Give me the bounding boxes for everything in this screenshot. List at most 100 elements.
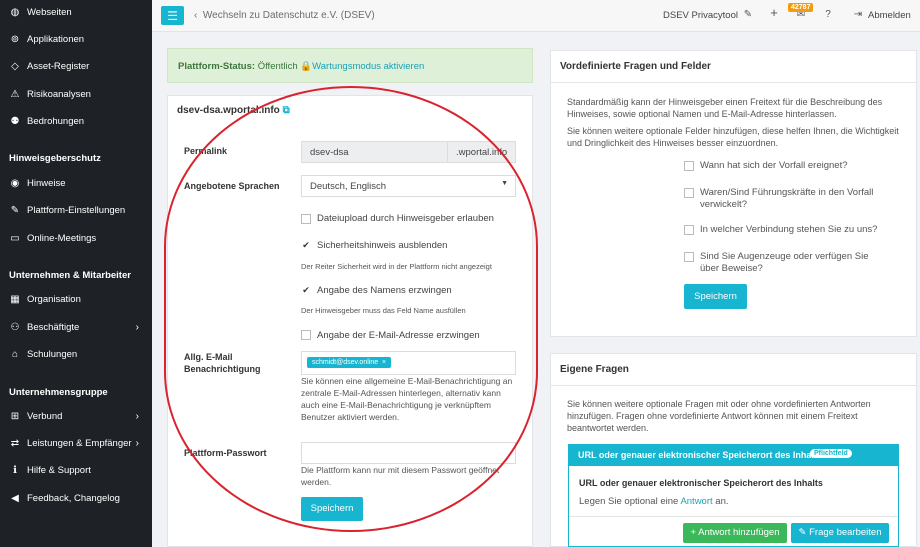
sidebar-item-label: Verbund [27,410,63,422]
sidebar-item-online-meetings[interactable]: ▭ Online-Meetings [9,230,145,246]
add-answer-button[interactable]: + Antwort hinzufügen [683,523,787,543]
sidebar-item-beschaeftigte[interactable]: ⚇ Beschäftigte › [9,319,145,335]
email-checkbox[interactable] [301,330,311,340]
video-icon: ▭ [10,232,20,244]
menu-toggle-button[interactable]: ☰ [161,6,184,25]
divider [569,516,898,517]
sidebar-item-applikationen[interactable]: ⊚ Applikationen [9,31,145,47]
security-checkbox-label: Sicherheitshinweis ausblenden [317,240,448,251]
lock-icon: 🔒 [300,61,313,72]
languages-select-value: Deutsch, Englisch [310,181,387,192]
platform-status-alert: Plattform-Status: Öffentlich 🔒Wartungsmo… [167,48,533,83]
platform-domain-label: dsev-dsa.wportal.info [177,105,280,116]
divider [551,385,916,386]
globe-icon: ◍ [10,6,20,18]
sidebar-item-verbund[interactable]: ⊞ Verbund › [9,408,145,424]
edit-question-button[interactable]: ✎ Frage bearbeiten [791,523,889,543]
upload-checkbox[interactable] [301,214,311,224]
name-checkbox[interactable]: ✔ [301,286,311,296]
help-icon[interactable]: ? [822,9,834,21]
diamond-icon: ◇ [11,60,19,72]
sidebar-item-bedrohungen[interactable]: ⚉ Bedrohungen [9,113,145,129]
logout-button[interactable]: Abmelden [868,10,911,21]
sidebar-item-label: Leistungen & Empfänger [27,437,132,449]
sidebar-item-label: Feedback, Changelog [27,492,120,504]
q3-checkbox[interactable] [684,225,694,235]
question-header-label: URL oder genauer elektronischer Speicher… [578,450,822,460]
q2-checkbox[interactable] [684,188,694,198]
edit-icon[interactable]: ✎ [742,9,754,21]
email-checkbox-label: Angabe der E-Mail-Adresse erzwingen [317,330,480,341]
password-input[interactable] [301,442,516,464]
sidebar-item-webseiten[interactable]: ◍ Webseiten [9,4,145,20]
email-tag-label: schmidt@dsev.online [312,359,379,366]
breadcrumb-label: Wechseln zu Datenschutz e.V. (DSEV) [202,10,375,21]
q1-checkbox[interactable] [684,161,694,171]
megaphone-icon: ◀ [11,492,19,504]
predefined-intro-2: Sie können weitere optionale Felder hinz… [567,126,899,148]
own-intro: Sie können weitere optionale Fragen mit … [567,399,871,433]
sidebar-item-hinweise[interactable]: ◉ Hinweise [9,175,145,191]
sidebar-item-hilfe[interactable]: ℹ Hilfe & Support [9,462,145,478]
email-notification-label-2: Benachrichtigung [184,364,261,374]
sidebar-item-label: Organisation [27,293,81,305]
question-hint-prefix: Legen Sie optional eine [579,496,679,507]
q4-label: Sind Sie Augenzeuge oder verfügen Sie üb… [700,251,869,274]
permalink-input[interactable]: dsev-dsa [301,141,448,163]
warning-icon: ⚠ [10,88,20,100]
email-help: Sie können eine allgemeine E-Mail-Benach… [301,376,513,422]
network-icon: ⊞ [10,410,20,422]
sidebar-item-label: Webseiten [27,6,72,18]
answer-link[interactable]: Antwort [680,496,712,507]
sidebar-item-asset-register[interactable]: ◇ Asset-Register [9,58,145,74]
platform-domain[interactable]: dsev-dsa.wportal.info ⧉ [177,105,290,116]
permalink-suffix: .wportal.info [448,141,516,163]
sidebar-item-label: Applikationen [27,33,85,45]
tool-name[interactable]: DSEV Privacytool [663,10,738,21]
languages-label: Angebotene Sprachen [184,181,280,191]
sidebar-item-risikoanalysen[interactable]: ⚠ Risikoanalysen [9,86,145,102]
notification-badge: 42787 [788,3,814,12]
question-hint-suffix: an. [715,496,729,507]
own-title: Eigene Fragen [560,364,629,375]
sidebar-item-label: Plattform-Einstellungen [27,204,126,216]
sidebar-item-schulungen[interactable]: ⌂ Schulungen [9,346,145,362]
sidebar-section-hinweis: Hinweisgeberschutz [9,153,101,164]
name-help: Der Hinweisgeber muss das Feld Name ausf… [301,306,466,315]
languages-select[interactable]: Deutsch, Englisch ▼ [301,175,516,197]
sidebar-item-organisation[interactable]: ▦ Organisation [9,291,145,307]
email-notification-label-1: Allg. E-Mail [184,352,233,362]
bug-icon: ⚉ [10,115,20,127]
predefined-title: Vordefinierte Fragen und Felder [560,61,711,72]
sidebar-item-label: Hinweise [27,177,66,189]
breadcrumb[interactable]: ‹ Wechseln zu Datenschutz e.V. (DSEV) [194,10,375,21]
building-icon: ▦ [10,293,20,305]
password-label: Plattform-Passwort [184,448,267,458]
sidebar-item-feedback[interactable]: ◀ Feedback, Changelog [9,490,145,506]
chevron-right-icon: › [135,410,139,422]
security-checkbox[interactable]: ✔ [301,241,311,251]
save-platform-button[interactable]: Speichern [301,497,363,521]
remove-tag-icon[interactable]: × [382,359,386,366]
save-predefined-button[interactable]: Speichern [684,284,747,309]
question-panel-header[interactable]: URL oder genauer elektronischer Speicher… [568,444,899,466]
status-value: Öffentlich [257,61,298,72]
apps-icon: ⊚ [10,33,20,45]
caret-down-icon: ▼ [501,180,508,187]
plus-icon[interactable]: + [768,6,780,19]
status-prefix: Plattform-Status: [178,61,256,72]
predefined-intro-1: Standardmäßig kann der Hinweisgeber eine… [567,97,883,119]
required-badge: Pflichtfeld [810,449,852,458]
external-link-icon: ⧉ [282,105,290,116]
info-icon: ℹ [13,464,17,476]
edit-icon: ✎ [798,527,807,538]
sidebar-item-leistungen[interactable]: ⇄ Leistungen & Empfänger › [9,435,145,451]
q2-label: Waren/Sind Führungskräfte in den Vorfall… [700,187,874,210]
q4-checkbox[interactable] [684,252,694,262]
sidebar-item-plattform-einstellungen[interactable]: ✎ Plattform-Einstellungen [9,202,145,218]
sidebar-item-label: Hilfe & Support [27,464,91,476]
sidebar-item-label: Online-Meetings [27,232,97,244]
chevron-left-icon: ‹ [194,10,198,21]
maintenance-link[interactable]: Wartungsmodus aktivieren [312,61,424,72]
question-hint: Legen Sie optional eine Antwort an. [579,496,729,507]
